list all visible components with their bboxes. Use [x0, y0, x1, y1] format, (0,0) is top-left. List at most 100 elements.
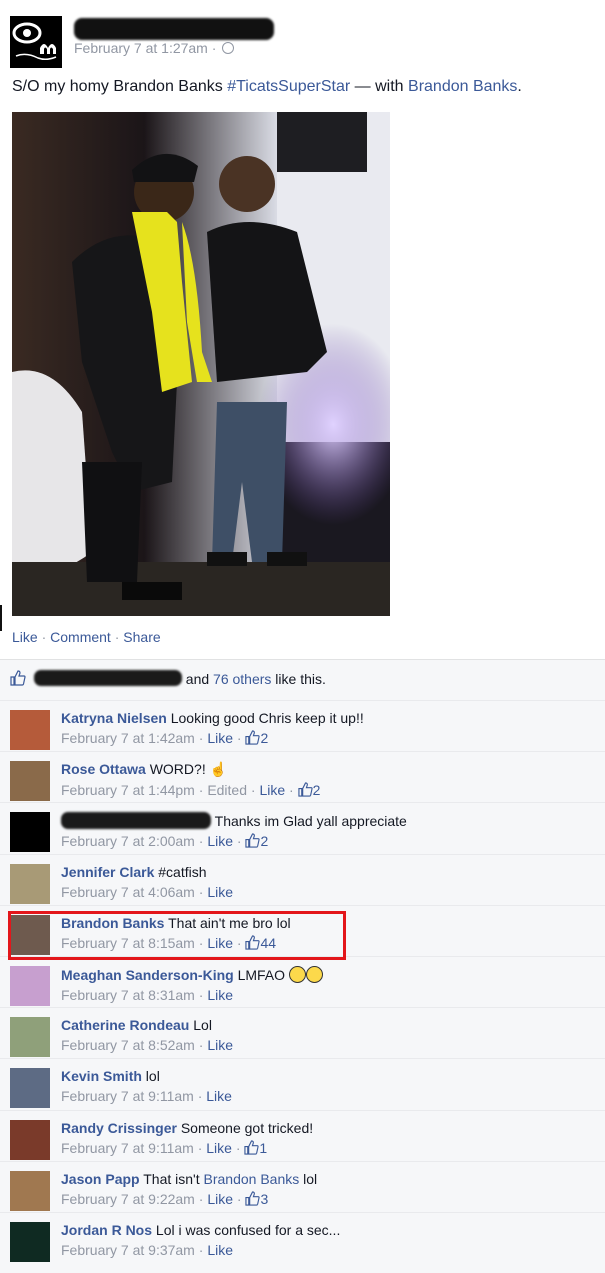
comment-row: Thanks im Glad yall appreciate February …: [0, 802, 605, 853]
comment-button[interactable]: Comment: [50, 629, 111, 645]
highlight-box: [8, 911, 346, 960]
commenter-name-redacted[interactable]: [61, 812, 211, 830]
comment-time[interactable]: February 7 at 2:00am: [61, 833, 195, 849]
commenter-avatar[interactable]: [10, 1068, 50, 1109]
comment-text: Someone got tricked!: [180, 1119, 314, 1136]
thumbs-up-icon: [297, 782, 313, 798]
comment-time[interactable]: February 7 at 9:22am: [61, 1191, 195, 1207]
commenter-name[interactable]: Meaghan Sanderson-King: [61, 967, 234, 983]
commenter-avatar[interactable]: [10, 1017, 50, 1058]
commenter-name[interactable]: Randy Crissinger: [61, 1120, 177, 1136]
comment-body: Meaghan Sanderson-King LMFAO February 7 …: [61, 966, 323, 1003]
like-count[interactable]: 1: [259, 1140, 267, 1156]
comment-like-button[interactable]: Like: [207, 987, 233, 1003]
page-avatar[interactable]: [10, 16, 62, 68]
commenter-name[interactable]: Rose Ottawa: [61, 761, 146, 777]
post-header: February 7 at 1:27am ·: [10, 10, 600, 68]
comment-like-button[interactable]: Like: [207, 833, 233, 849]
hand-icon: ☝: [209, 761, 228, 778]
comment-text: LMFAO: [237, 967, 286, 983]
comment-text: Thanks im Glad yall appreciate: [214, 813, 407, 830]
comment-time[interactable]: February 7 at 1:44pm: [61, 782, 195, 798]
thumbs-up-icon: [245, 1191, 261, 1207]
comment-like-button[interactable]: Like: [206, 1140, 232, 1156]
comment-row: Catherine Rondeau Lol February 7 at 8:52…: [0, 1007, 605, 1058]
commenter-avatar[interactable]: [10, 1119, 50, 1160]
comment-row: Jason Papp That isn't Brandon Banks lol …: [0, 1160, 605, 1212]
commenter-avatar[interactable]: [10, 966, 50, 1006]
commenter-name[interactable]: Katryna Nielsen: [61, 710, 167, 726]
comment-time[interactable]: February 7 at 9:37am: [61, 1242, 195, 1258]
commenter-avatar[interactable]: [10, 761, 50, 802]
comment-like-button[interactable]: Like: [207, 1191, 233, 1207]
comment-meta: February 7 at 9:11am · Like · 1: [61, 1139, 268, 1156]
divider: [0, 605, 2, 631]
thumbs-up-icon: [10, 670, 26, 689]
tagged-user-link[interactable]: Brandon Banks: [408, 78, 517, 95]
comment-text: #catfish: [158, 863, 207, 880]
like-count[interactable]: 2: [260, 730, 268, 746]
comment-like-button[interactable]: Like: [259, 782, 285, 798]
hashtag-link[interactable]: #TicatsSuperStar: [227, 78, 350, 95]
comment-like-button[interactable]: Like: [207, 730, 233, 746]
comment-meta: February 7 at 8:52am · Like: [61, 1037, 233, 1054]
commenter-avatar[interactable]: [10, 1170, 50, 1211]
comment-time[interactable]: February 7 at 8:52am: [61, 1037, 195, 1053]
share-button[interactable]: Share: [123, 629, 160, 645]
comment-like-button[interactable]: Like: [207, 1037, 233, 1053]
comment-like-button[interactable]: Like: [207, 1242, 233, 1258]
commenter-avatar[interactable]: [10, 710, 50, 750]
comment-body: Jordan R Nos Lol i was confused for a se…: [61, 1222, 340, 1258]
comment-body: Catherine Rondeau Lol February 7 at 8:52…: [61, 1017, 233, 1053]
comment-body: Thanks im Glad yall appreciate February …: [61, 812, 407, 849]
comment-meta: February 7 at 4:06am · Like: [61, 883, 233, 900]
thumbs-up-icon: [244, 1139, 260, 1156]
mention-link[interactable]: Brandon Banks: [204, 1171, 300, 1187]
comment-row: Jordan R Nos Lol i was confused for a se…: [0, 1212, 605, 1263]
comment-time[interactable]: February 7 at 8:31am: [61, 987, 195, 1003]
comment-row: Katryna Nielsen Looking good Chris keep …: [0, 700, 605, 751]
commenter-name[interactable]: Catherine Rondeau: [61, 1017, 189, 1033]
comment-meta: February 7 at 1:42am · Like · 2: [61, 730, 269, 746]
comment-text: Lol i was confused for a sec...: [155, 1222, 341, 1238]
commenter-name[interactable]: Kevin Smith: [61, 1068, 142, 1084]
comment-meta: February 7 at 2:00am · Like · 2: [61, 833, 269, 850]
comment-text: That isn't: [143, 1170, 204, 1187]
comment-body: Jennifer Clark #catfish February 7 at 4:…: [61, 864, 233, 900]
like-count[interactable]: 2: [260, 833, 268, 849]
comment-body: Kevin Smith lol February 7 at 9:11am · L…: [61, 1068, 232, 1104]
comment-time[interactable]: February 7 at 1:42am: [61, 730, 195, 746]
post-photo[interactable]: [12, 112, 390, 616]
like-count[interactable]: 3: [260, 1191, 268, 1207]
comment-time[interactable]: February 7 at 4:06am: [61, 884, 195, 900]
comment-row: Jennifer Clark #catfish February 7 at 4:…: [0, 853, 605, 905]
comment-meta: February 7 at 9:22am · Like · 3: [61, 1190, 269, 1207]
commenter-name[interactable]: Jordan R Nos: [61, 1222, 152, 1238]
comment-text: WORD?!: [149, 761, 206, 778]
commenter-avatar[interactable]: [10, 863, 50, 904]
commenter-avatar[interactable]: [10, 1222, 50, 1262]
like-count[interactable]: 2: [313, 782, 321, 798]
commenter-name[interactable]: Jason Papp: [61, 1171, 140, 1187]
commenter-name[interactable]: Jennifer Clark: [61, 864, 154, 880]
comment-meta: February 7 at 8:31am · Like: [61, 987, 233, 1003]
post-meta: February 7 at 1:27am ·: [74, 40, 235, 56]
globe-icon: [222, 42, 235, 54]
comment-body: Rose Ottawa WORD?! ☝ February 7 at 1:44p…: [61, 761, 320, 798]
thumbs-up-icon: [245, 833, 261, 849]
like-button[interactable]: Like: [12, 629, 38, 645]
liker-name-redacted[interactable]: [33, 670, 182, 686]
comment-meta: February 7 at 9:37am · Like: [61, 1242, 233, 1258]
post-actions: Like · Comment · Share: [12, 629, 161, 645]
edited-label[interactable]: Edited: [207, 782, 247, 798]
emoji-icon: [288, 966, 306, 983]
comment-time[interactable]: February 7 at 9:11am: [61, 1088, 194, 1104]
author-name-redacted[interactable]: [74, 18, 274, 40]
commenter-avatar[interactable]: [10, 812, 50, 853]
comment-row: Randy Crissinger Someone got tricked! Fe…: [0, 1109, 605, 1161]
post-timestamp[interactable]: February 7 at 1:27am: [74, 40, 208, 56]
others-link[interactable]: 76 others: [213, 671, 271, 687]
comment-like-button[interactable]: Like: [207, 884, 233, 900]
comment-like-button[interactable]: Like: [206, 1088, 232, 1104]
comment-time[interactable]: February 7 at 9:11am: [61, 1140, 194, 1156]
